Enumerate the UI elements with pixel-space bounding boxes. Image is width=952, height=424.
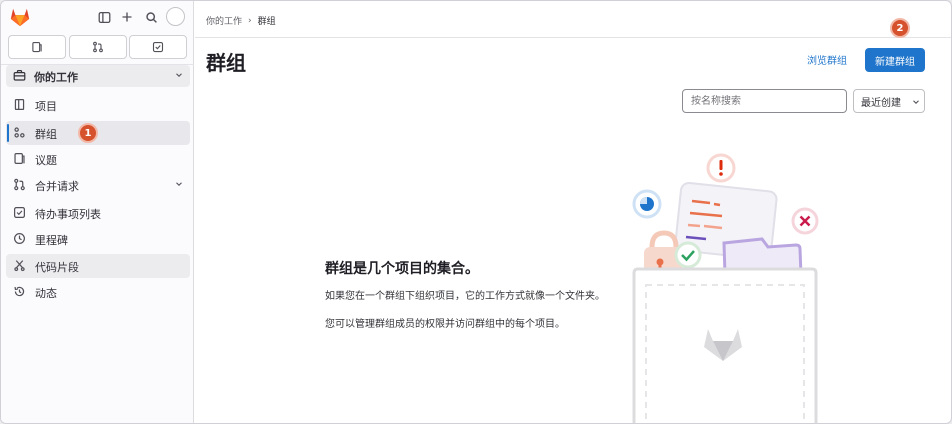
breadcrumb: 你的工作 › 群组	[206, 14, 276, 28]
sidebar-item-label: 群组	[35, 128, 57, 141]
todo-icon	[14, 207, 25, 218]
sidebar-toggle-icon[interactable]	[95, 8, 113, 26]
sort-dropdown[interactable]: 最近创建	[853, 89, 925, 113]
plus-icon[interactable]	[118, 8, 136, 26]
sidebar-header	[1, 1, 194, 33]
issues-shortcut-button[interactable]	[8, 35, 66, 59]
sidebar-item-merge-requests[interactable]: 合并请求	[6, 173, 190, 197]
sidebar-item-todo[interactable]: 待办事项列表	[6, 201, 190, 225]
merge-requests-shortcut-button[interactable]	[69, 35, 127, 59]
sidebar-item-snippets[interactable]: 代码片段	[6, 254, 190, 278]
group-icon	[14, 127, 25, 138]
sidebar-item-label: 议题	[35, 154, 57, 167]
sidebar-item-label: 项目	[35, 100, 57, 113]
briefcase-icon	[13, 70, 26, 81]
alert-icon	[706, 153, 736, 183]
breadcrumb-separator: ›	[248, 15, 252, 26]
empty-state-description: 如果您在一个群组下组织项目，它的工作方式就像一个文件夹。	[325, 291, 605, 302]
sidebar-item-label: 动态	[35, 287, 57, 300]
project-icon	[14, 99, 25, 110]
user-avatar[interactable]	[166, 7, 185, 26]
new-group-button[interactable]: 新建群组	[865, 48, 925, 72]
merge-request-icon	[14, 178, 25, 191]
sort-label: 最近创建	[861, 97, 901, 109]
sidebar-item-label: 代码片段	[35, 261, 79, 274]
app-window: 你的工作 项目 群组 1 议题 合并请求 待办事项列表 里程碑 代码片段 动态 …	[0, 0, 952, 424]
sidebar-item-activity[interactable]: 动态	[6, 280, 190, 304]
todo-icon	[152, 41, 164, 53]
issues-icon	[32, 41, 42, 53]
page-title: 群组	[206, 51, 246, 75]
annotation-badge-2: 2	[890, 18, 910, 38]
sidebar: 你的工作 项目 群组 1 议题 合并请求 待办事项列表 里程碑 代码片段 动态	[1, 1, 194, 423]
breadcrumb-parent-link[interactable]: 你的工作	[206, 14, 242, 27]
header-divider	[195, 37, 951, 38]
close-circle-icon	[791, 207, 819, 235]
empty-state-title: 群组是几个项目的集合。	[325, 261, 479, 277]
browse-groups-link[interactable]: 浏览群组	[807, 52, 847, 67]
sidebar-item-projects[interactable]: 项目	[6, 93, 190, 117]
pie-chart-icon	[632, 189, 662, 219]
annotation-badge-1: 1	[78, 123, 98, 143]
issues-icon	[14, 153, 25, 164]
chevron-down-icon	[176, 73, 182, 78]
sidebar-item-milestones[interactable]: 里程碑	[6, 227, 190, 251]
gitlab-logo-icon[interactable]	[9, 6, 31, 28]
your-work-section[interactable]: 你的工作	[6, 65, 190, 87]
milestone-icon	[14, 233, 25, 244]
search-input[interactable]	[682, 89, 847, 113]
empty-state-illustration	[632, 153, 819, 423]
merge-request-icon	[93, 41, 103, 53]
chevron-down-icon	[176, 182, 182, 187]
snippet-icon	[14, 260, 25, 272]
sidebar-item-label: 待办事项列表	[35, 208, 101, 221]
check-circle-icon	[674, 241, 702, 269]
todo-shortcut-button[interactable]	[129, 35, 187, 59]
search-icon[interactable]	[142, 8, 160, 26]
chevron-down-icon	[913, 100, 919, 105]
empty-state-description: 您可以管理群组成员的权限并访问群组中的每个项目。	[325, 319, 565, 330]
breadcrumb-current[interactable]: 群组	[258, 14, 276, 27]
sidebar-item-label: 里程碑	[35, 234, 68, 247]
sidebar-item-issues[interactable]: 议题	[6, 147, 190, 171]
section-label: 你的工作	[34, 71, 78, 84]
activity-icon	[14, 286, 25, 297]
sidebar-item-groups[interactable]: 群组	[6, 121, 190, 145]
sidebar-item-label: 合并请求	[35, 180, 79, 193]
